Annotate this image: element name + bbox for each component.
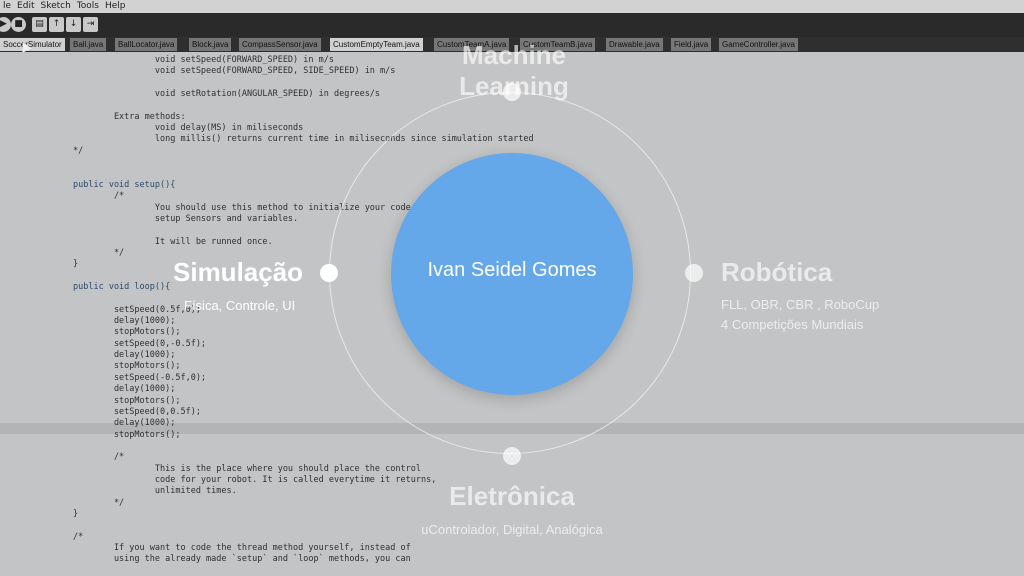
tab-ball-locator[interactable]: BallLocator.java [115, 38, 178, 51]
bottom-subtitle: uControlador, Digital, Analógica [421, 522, 603, 537]
code-line: public void loop(){ [73, 282, 171, 292]
code-line: delay(1000); [73, 316, 176, 327]
code-line: setSpeed(0,0.5f); [73, 406, 201, 417]
stop-icon[interactable]: ■ [11, 17, 26, 32]
code-line: setSpeed(0,-0.5f); [73, 338, 207, 349]
code-line: void setSpeed(FORWARD_SPEED, SIDE_SPEED)… [73, 66, 396, 77]
code-line: /* [73, 452, 125, 463]
right-title: Robótica [721, 257, 833, 287]
code-line: void setSpeed(FORWARD_SPEED) in m/s [73, 55, 334, 65]
code-line: setSpeed(0.5f,0); [73, 304, 201, 315]
code-line: setup Sensors and variables. [73, 213, 299, 224]
tab-game-controller[interactable]: GameController.java [719, 38, 798, 51]
left-title: Simulação [173, 257, 304, 287]
left-node-dot [320, 264, 338, 282]
code-line: void setRotation(ANGULAR_SPEED) in degre… [73, 89, 381, 100]
save-file-icon[interactable]: ↓ [66, 17, 81, 32]
code-line: setSpeed(-0.5f,0); [73, 372, 207, 383]
top-title: Machine Learning [459, 40, 569, 101]
code-line: stopMotors(); [73, 429, 181, 440]
open-file-icon[interactable]: ↑ [49, 17, 64, 32]
tab-block[interactable]: Block.java [189, 38, 232, 51]
code-line: stopMotors(); [73, 327, 181, 338]
menu-edit[interactable]: Edit [14, 1, 37, 11]
menu-help[interactable]: Help [102, 1, 129, 11]
right-node-dot [685, 264, 703, 282]
code-line: /* [73, 191, 125, 202]
tab-soccer-simulator[interactable]: SoccerSimulator [0, 38, 65, 51]
left-subtitle: Física, Controle, UI [184, 298, 296, 313]
code-line: void delay(MS) in miliseconds [73, 123, 304, 134]
bottom-node-dot [503, 447, 521, 465]
center-label: Ivan Seidel Gomes [427, 259, 597, 281]
export-icon[interactable]: ⇥ [83, 17, 98, 32]
run-icon[interactable]: ▶ [0, 17, 11, 32]
code-line: stopMotors(); [73, 361, 181, 372]
code-line: public void setup(){ [73, 179, 176, 190]
code-line: stopMotors(); [73, 395, 181, 406]
tab-compass-sensor[interactable]: CompassSensor.java [239, 38, 321, 51]
tab-ball[interactable]: Ball.java [70, 38, 107, 51]
code-line: delay(1000); [73, 350, 176, 361]
code-line: Extra methods: [73, 111, 186, 122]
code-line: */ [73, 497, 125, 508]
code-line: */ [73, 247, 125, 258]
tab-field[interactable]: Field.java [671, 38, 712, 51]
bottom-title: Eletrônica [449, 481, 575, 511]
code-line: It will be runned once. [73, 236, 273, 247]
code-line: */ [73, 145, 84, 156]
code-line: code for your robot. It is called everyt… [73, 474, 437, 485]
code-line: This is the place where you should place… [73, 463, 421, 474]
code-line: } [73, 509, 79, 519]
code-line: unlimited times. [73, 486, 237, 497]
menu-sketch[interactable]: Sketch [37, 1, 73, 11]
code-line: using the already made `setup` and `loop… [73, 554, 411, 565]
code-line: delay(1000); [73, 384, 176, 395]
code-line: /* [73, 531, 84, 542]
menu-file[interactable]: le [0, 1, 14, 11]
code-line: } [73, 259, 79, 270]
toolbar: ▶ ■ ▤ ↑ ↓ ⇥ [0, 13, 1024, 37]
new-file-icon[interactable]: ▤ [32, 17, 47, 32]
code-line: delay(1000); [73, 418, 176, 429]
menu-bar: le Edit Sketch Tools Help [0, 0, 1024, 13]
code-line: If you want to code the thread method yo… [73, 543, 411, 554]
right-subtitle-2: 4 Competições Mundiais [721, 317, 864, 332]
menu-tools[interactable]: Tools [74, 1, 102, 11]
right-subtitle-1: FLL, OBR, CBR , RoboCup [721, 297, 880, 312]
